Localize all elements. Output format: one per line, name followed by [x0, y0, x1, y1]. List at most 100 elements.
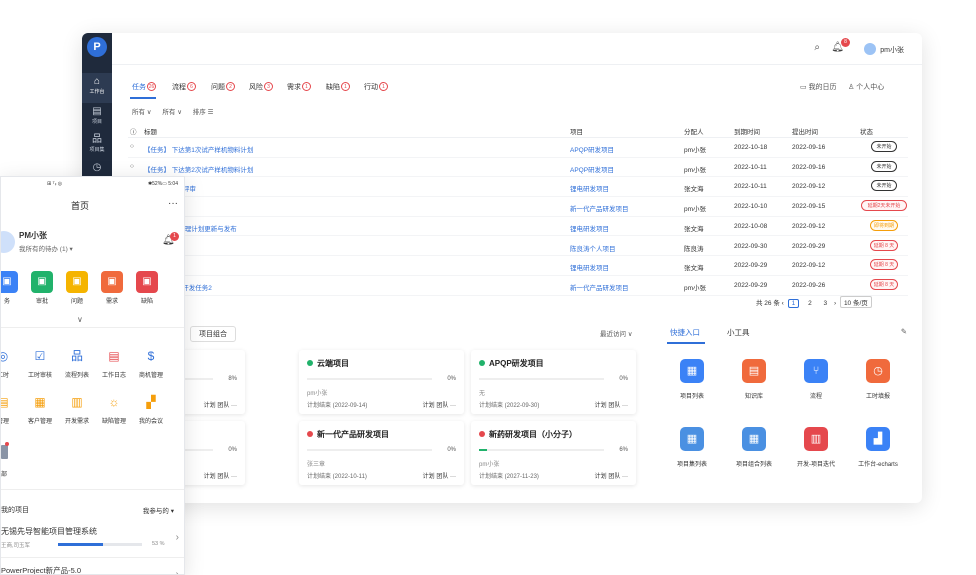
radio-icon[interactable]: ○ — [130, 143, 134, 150]
quick-entry-1[interactable]: ▦ 项目列表 — [661, 359, 723, 400]
quick-entry-7[interactable]: ▥ 开发-项目迭代 — [785, 427, 847, 468]
mobile-menu-item[interactable]: ☑ 工时审核 — [24, 345, 56, 379]
tab-task[interactable]: 任务 26 — [132, 82, 156, 92]
card-actions[interactable]: 计划 团队 ··· — [595, 400, 628, 409]
project-card[interactable]: 云端项目 0% pm小张 计划结束 (2022-09-14) 计划 团队 ··· — [299, 350, 464, 414]
row-title[interactable]: 管理计划汇编 — [144, 262, 564, 272]
mobile-menu-item[interactable]: 品流程列表 — [61, 345, 93, 379]
card-actions[interactable]: 计划 团队 ··· — [423, 471, 456, 480]
quick-entry-2[interactable]: ▤ 知识库 — [723, 359, 785, 400]
table-row[interactable]: ○流任务2-测试开发任务2新一代产品研发项目pm小张2022-09-292022… — [128, 276, 908, 296]
row-project[interactable]: 锂电研发项目 — [570, 223, 609, 233]
tab-widgets[interactable]: 小工具 — [727, 327, 750, 338]
table-row[interactable]: ○ 【任务】 下达第2次试产样机物料计划 APQP研发项目 pm小张 2022-10-1… — [128, 158, 908, 178]
mobile-shortcut[interactable]: ▣ 问题 — [61, 271, 93, 305]
mobile-menu-item[interactable]: ▞ 我的会议 — [135, 391, 167, 425]
card-actions[interactable]: 计划 团队 ··· — [423, 400, 456, 409]
project-card[interactable]: 新一代产品研发项目 0% 张三章 计划结束 (2022-10-11) 计划 团队 ··· — [299, 421, 464, 485]
tab-action[interactable]: 行动 1 — [364, 82, 388, 92]
avatar[interactable] — [864, 43, 876, 55]
chevron-right-icon[interactable]: › — [176, 532, 179, 543]
mobile-shortcut[interactable]: ▣ 务 — [1, 271, 23, 305]
row-project[interactable]: 锂电研发项目 — [570, 262, 609, 272]
row-project[interactable]: APQP研发项目 — [570, 144, 614, 154]
table-row[interactable]: ○启动与策划门评审锂电研发项目张文海2022-10-112022-09-12未开… — [128, 177, 908, 198]
mobile-menu-item[interactable]: ▤ 工作日志 — [98, 345, 130, 379]
quick-entry-4[interactable]: ◷ 工时填报 — [847, 359, 909, 400]
row-submit: 2022-09-15 — [792, 203, 826, 211]
card-actions[interactable]: 计划 团队 ··· — [204, 471, 237, 480]
tab-flow[interactable]: 流程 6 — [172, 82, 196, 92]
tab-defect[interactable]: 缺陷 1 — [326, 82, 350, 92]
tab-risk[interactable]: 风险 3 — [249, 82, 273, 92]
row-title[interactable]: 【任务】 下达第2次试产样机物料计划 — [144, 164, 564, 174]
tab-quick-entry[interactable]: 快捷入口 — [670, 327, 700, 338]
row-title[interactable]: 填报任务二 — [144, 243, 564, 253]
page-3[interactable]: 3 — [821, 300, 831, 307]
table-row[interactable]: ○进度新一代产品研发项目pm小张2022-10-102022-09-15延期2天… — [128, 197, 908, 217]
search-icon[interactable]: ⌕ — [814, 42, 820, 53]
table-row[interactable]: ○填报任务二陈良涛个人项目陈良涛2022-09-302022-09-29延期 8… — [128, 237, 908, 257]
mobile-menu-item[interactable]: ▦ 客户管理 — [24, 391, 56, 425]
table-row[interactable]: ○管理计划汇编锂电研发项目张文海2022-09-292022-09-12延期 8… — [128, 256, 908, 276]
sidebar-item-workbench[interactable]: ⌂ 工作台 — [82, 73, 112, 103]
mobile-menu-item[interactable]: ◎工时 — [1, 345, 19, 379]
sidebar-item-project-set[interactable]: 品项目集 — [82, 131, 112, 161]
row-project[interactable]: APQP研发项目 — [570, 164, 614, 174]
row-title[interactable]: 流任务2-测试开发任务2 — [144, 282, 564, 292]
edit-icon[interactable]: ✎ — [901, 327, 907, 336]
mobile-shortcut[interactable]: ▣ 审批 — [26, 271, 58, 305]
mobile-shortcut[interactable]: ▣ 缺陷 — [131, 271, 163, 305]
tab-issue[interactable]: 问题 2 — [211, 82, 235, 92]
app-logo[interactable]: P — [87, 37, 107, 57]
filter-all-1[interactable]: 所有 ∨ — [132, 109, 152, 116]
table-row[interactable]: ○ 【任务】 下达第1次试产样机物料计划 APQP研发项目 pm小张 2022-10-1… — [128, 138, 908, 158]
row-title[interactable]: 进度 — [144, 203, 564, 213]
mobile-menu-item[interactable]: ▤管理 — [1, 391, 19, 425]
my-calendar-link[interactable]: ▭ 我的日历 — [800, 82, 837, 92]
mobile-menu-item[interactable]: ☼ 缺陷管理 — [98, 391, 130, 425]
row-project[interactable]: 锂电研发项目 — [570, 183, 609, 193]
quick-entry-6[interactable]: ▦ 项目组合列表 — [723, 427, 785, 468]
row-title[interactable]: 【任务】 下达第1次试产样机物料计划 — [144, 144, 564, 154]
mobile-menu-item[interactable]: ▥ 开发需求 — [61, 391, 93, 425]
project-card[interactable]: 新药研发项目（小分子） 6% pm小张 计划结束 (2027-11-23) 计划 团队 … — [471, 421, 636, 485]
personal-center-link[interactable]: ♙ 个人中心 — [848, 82, 884, 92]
page-1[interactable]: 1 — [787, 299, 800, 308]
quick-entry-3[interactable]: ⑂ 流程 — [785, 359, 847, 400]
row-project[interactable]: 陈良涛个人项目 — [570, 243, 616, 253]
page-2[interactable]: 2 — [805, 300, 815, 307]
page-size-select[interactable]: 10 条/页 — [839, 296, 872, 308]
project-card[interactable]: APQP研发项目 0% 无计划结束 (2022-09-30) 计划 团队 ··· — [471, 350, 636, 414]
all-apps-icon[interactable] — [1, 445, 8, 459]
row-project[interactable]: 新一代产品研发项目 — [570, 203, 629, 213]
recent-visit-select[interactable]: 最近访问 ∨ — [600, 328, 633, 338]
prev-page[interactable]: ‹ — [782, 300, 786, 307]
mobile-avatar[interactable] — [1, 231, 15, 253]
portfolio-tab[interactable]: 项目组合 — [190, 326, 236, 342]
row-title[interactable]: 启动与策划门评审 — [144, 183, 564, 193]
user-name[interactable]: pm小张 — [880, 45, 904, 55]
mobile-project-2[interactable]: PowerProject新产品-5.0 — [1, 565, 81, 574]
chevron-down-icon[interactable]: ∨ — [77, 315, 83, 324]
radio-icon[interactable]: ○ — [130, 163, 134, 170]
sidebar-item-project[interactable]: ▤ 项目 — [82, 103, 112, 133]
mobile-shortcut[interactable]: ▣ 需求 — [96, 271, 128, 305]
tab-requirement[interactable]: 需求 1 — [287, 82, 311, 92]
card-actions[interactable]: 计划 团队 ··· — [595, 471, 628, 480]
mobile-menu-item[interactable]: $ 商机管理 — [135, 345, 167, 379]
participate-select[interactable]: 我参与的 ▾ — [143, 505, 174, 515]
card-actions[interactable]: 计划 团队 ··· — [204, 400, 237, 409]
mobile-project-1[interactable]: 无锡先导智能项目管理系统 — [1, 526, 97, 537]
row-title[interactable]: 启动会召开/管理计划更新与发布 — [144, 223, 564, 233]
row-project[interactable]: 新一代产品研发项目 — [570, 282, 629, 292]
more-icon[interactable]: ··· — [168, 198, 178, 209]
quick-entry-8[interactable]: ▟ 工作台-echarts — [847, 427, 909, 468]
chevron-right-icon[interactable]: › — [176, 569, 179, 574]
filter-all-2[interactable]: 所有 ∨ — [162, 109, 182, 116]
table-row[interactable]: ○启动会召开/管理计划更新与发布锂电研发项目张文海2022-10-082022-… — [128, 217, 908, 237]
quick-entry-5[interactable]: ▦ 项目集列表 — [661, 427, 723, 468]
next-page[interactable]: › — [834, 300, 838, 307]
todo-select[interactable]: 我所有的待办 (1) ▾ — [19, 243, 73, 253]
sort-button[interactable]: 排序 ☰ — [193, 109, 214, 116]
